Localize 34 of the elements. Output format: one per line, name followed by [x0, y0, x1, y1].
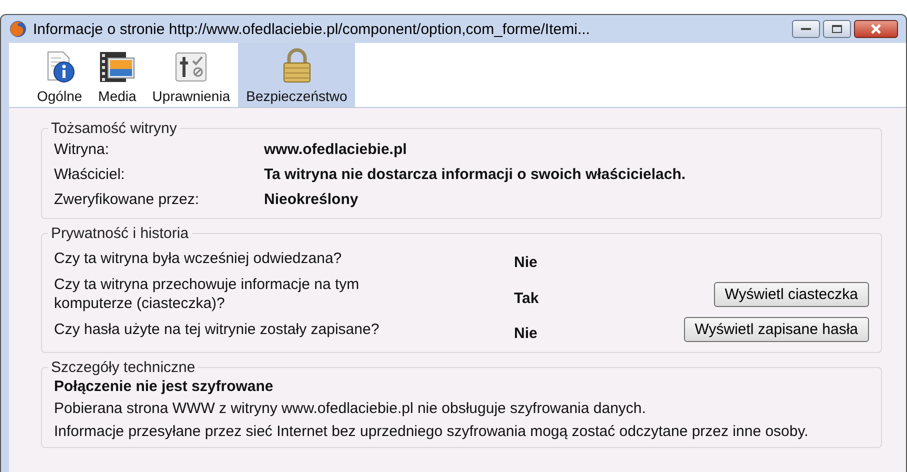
minimize-icon	[801, 27, 811, 31]
description-text: Pobierana strona WWW z witryny www.ofedlaciebie.pl nie obsługuje szyfrowania danych.	[54, 399, 647, 418]
field-value: www.ofedlaciebie.pl	[264, 141, 407, 158]
field-label: Witryna:	[54, 141, 110, 158]
permissions-icon	[174, 50, 208, 84]
window-title: Informacje o stronie http://www.ofedlaciebie.pl/component/option,com_forme/Itemi...	[33, 20, 591, 38]
answer-text: Nie	[514, 254, 538, 271]
section-title: Szczegóły techniczne	[50, 359, 196, 376]
field-label: Właściciel:	[54, 166, 126, 183]
tab[interactable]: Media	[90, 43, 144, 107]
question-text: Czy ta witryna była wcześniej odwiedzana?	[54, 249, 343, 268]
tab[interactable]: Uprawnienia	[144, 43, 238, 107]
film-photo-icon	[98, 50, 136, 84]
question-text: Czy hasła użyte na tej witrynie zostały zapisane?	[54, 320, 380, 339]
browser-logo-icon	[9, 20, 27, 38]
connection-heading: Połączenie nie jest szyfrowane	[54, 378, 274, 395]
tab[interactable]: Ogólne	[29, 43, 90, 107]
field-label: Zweryfikowane przez:	[54, 191, 200, 208]
question-text: Czy ta witryna przechowuje informacje na tym komputerze (ciasteczka)?	[54, 275, 360, 313]
field-value: Ta witryna nie dostarcza informacji o swoich właścicielach.	[264, 166, 686, 183]
minimize-button[interactable]	[792, 20, 820, 38]
tab[interactable]: Bezpieczeństwo	[238, 43, 356, 107]
answer-text: Nie	[514, 325, 538, 342]
close-button[interactable]	[854, 20, 898, 38]
description-text: Informacje przesyłane przez sieć Internet bez uprzedniego szyfrowania mogą zostać odczytane przez inne osoby.	[54, 422, 810, 441]
field-value: Nieokreślony	[264, 191, 358, 208]
view-button[interactable]: Wyświetl ciasteczka	[714, 282, 869, 306]
view-button[interactable]: Wyświetl zapisane hasła	[684, 317, 869, 342]
maximize-button[interactable]	[823, 20, 851, 38]
section-title: Tożsamość witryny	[50, 120, 178, 137]
close-icon	[870, 24, 882, 34]
answer-text: Tak	[514, 290, 540, 306]
section-title: Prywatność i historia	[50, 225, 190, 242]
maximize-icon	[832, 25, 842, 33]
